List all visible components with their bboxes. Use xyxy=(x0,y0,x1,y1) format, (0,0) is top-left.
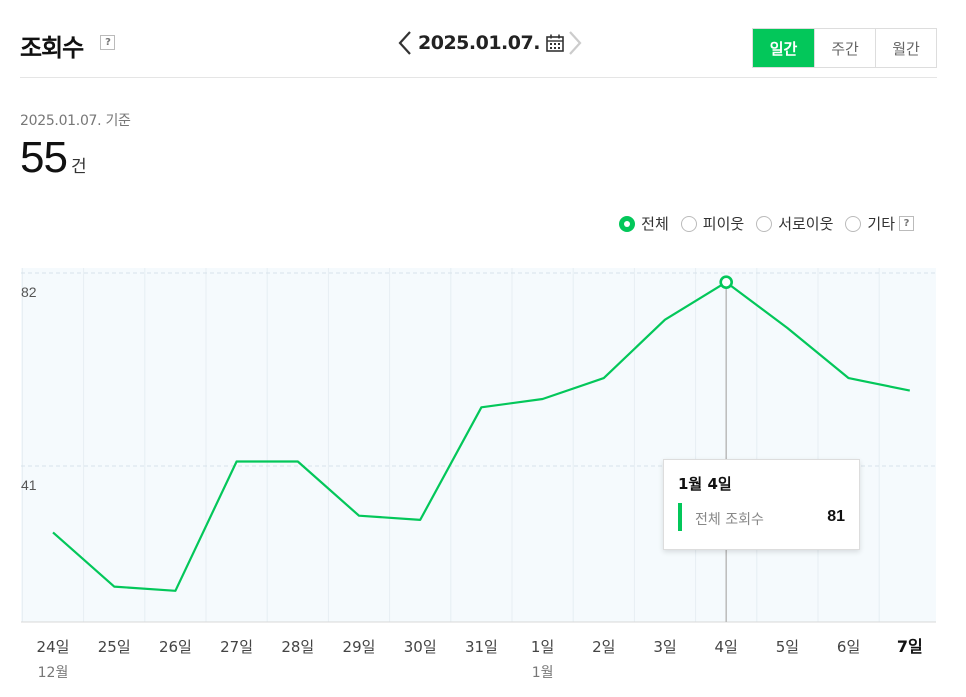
x-tick-label: 2일 xyxy=(592,638,615,656)
x-tick-label: 27일 xyxy=(220,638,253,656)
tooltip-label: 전체 조회수 xyxy=(695,512,764,528)
tooltip-title: 1월 4일 xyxy=(678,475,732,493)
plot-area xyxy=(21,268,936,622)
y-tick-label: 41 xyxy=(21,477,37,493)
chart-tooltip: 1월 4일 전체 조회수 81 xyxy=(663,459,860,550)
tooltip-value: 81 xyxy=(827,508,845,525)
views-line-chart: 82 41 24일 25일 26일 27일 28일 29일 30일 31일 1일 2일 3일 4일 5일 6… xyxy=(21,268,936,681)
x-tick-label: 1일 xyxy=(531,638,554,656)
x-month-label: 1월 xyxy=(532,665,554,681)
x-tick-label: 26일 xyxy=(159,638,192,656)
x-tick-label: 31일 xyxy=(465,638,498,656)
x-month-label: 12월 xyxy=(38,665,69,681)
hover-data-point[interactable] xyxy=(719,275,734,289)
x-tick-label: 28일 xyxy=(281,638,314,656)
x-tick-label: 25일 xyxy=(98,638,131,656)
x-tick-label: 4일 xyxy=(715,638,738,656)
x-tick-label: 5일 xyxy=(776,638,799,656)
x-tick-label: 30일 xyxy=(404,638,437,656)
x-tick-label: 6일 xyxy=(837,638,860,656)
y-tick-label: 82 xyxy=(21,284,37,300)
tooltip-series-marker xyxy=(678,503,682,531)
x-tick-label: 24일 xyxy=(37,638,70,656)
x-tick-label: 3일 xyxy=(653,638,676,656)
x-tick-label: 7일 xyxy=(897,637,923,656)
x-tick-label: 29일 xyxy=(343,638,376,656)
